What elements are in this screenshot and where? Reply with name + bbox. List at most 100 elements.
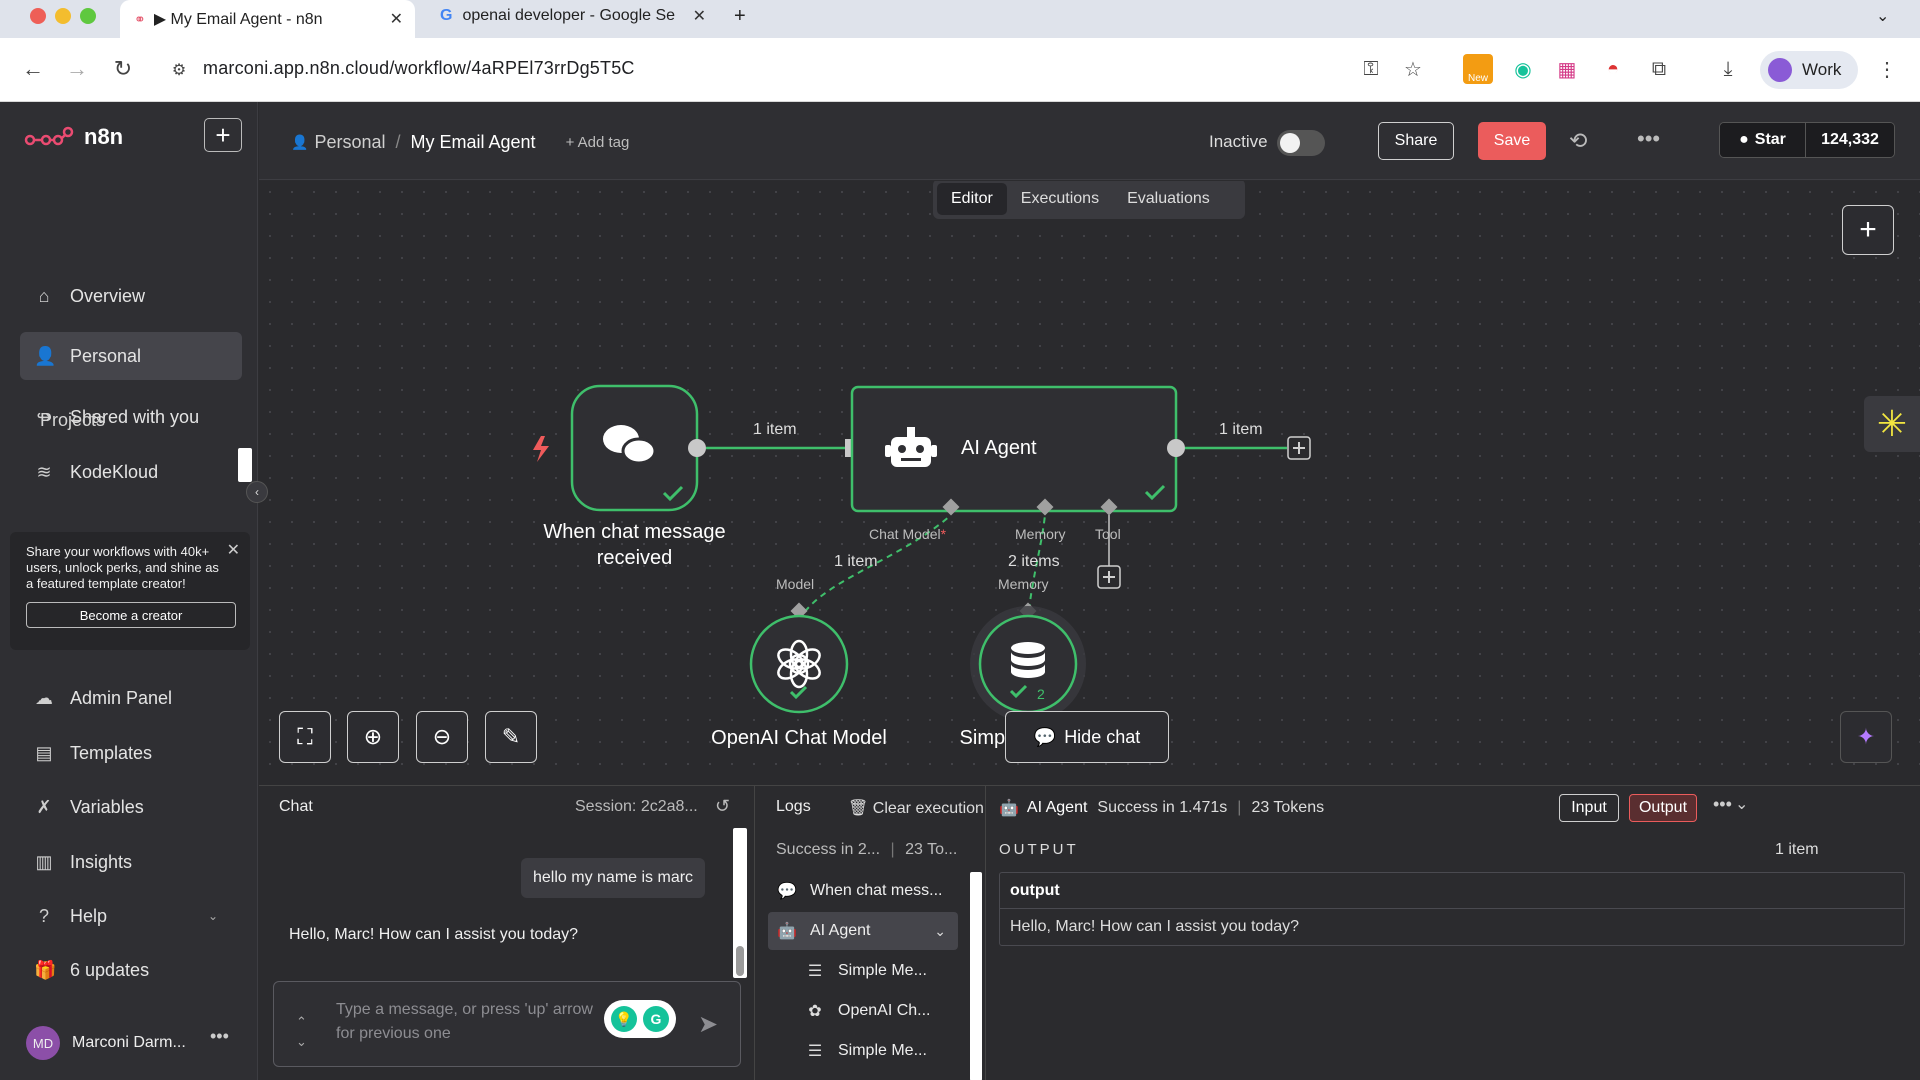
more-options-icon[interactable]: ••• xyxy=(1713,794,1732,815)
grammarly-widget[interactable]: 💡 G xyxy=(604,1000,676,1038)
browser-tab-n8n[interactable]: ⚭ ▶ My Email Agent - n8n ✕ xyxy=(120,0,415,38)
chat-model-port-text: Chat Model xyxy=(869,526,941,542)
trigger-output-port[interactable] xyxy=(688,439,706,457)
extension-new-icon[interactable]: New xyxy=(1463,54,1493,84)
logs-scrollbar[interactable] xyxy=(970,872,982,1080)
sidebar-item-label: Variables xyxy=(70,796,144,817)
logs-tokens: 23 To... xyxy=(905,841,958,858)
chevron-down-icon[interactable]: ⌄ xyxy=(934,923,946,940)
tab-search-chevron-icon[interactable]: ⌄ xyxy=(1876,0,1900,32)
agent-output-port[interactable] xyxy=(1167,439,1185,457)
workflow-name[interactable]: My Email Agent xyxy=(411,132,536,153)
bottom-panel: Chat Session: 2c2a8... ↺ hello my name i… xyxy=(259,785,1920,1080)
sidebar-item-help[interactable]: ? Help ⌄ xyxy=(20,892,242,940)
github-star-widget[interactable]: ● Star 124,332 xyxy=(1719,122,1895,158)
password-key-icon[interactable]: ⚿ xyxy=(1358,56,1384,82)
openai-icon: ✿ xyxy=(808,1003,822,1020)
fit-view-button[interactable]: ⛶ xyxy=(279,711,331,763)
hide-chat-button[interactable]: 💬 Hide chat xyxy=(1005,711,1169,763)
log-item-trigger[interactable]: 💬 When chat mess... xyxy=(768,872,958,910)
sidebar-scrollbar[interactable] xyxy=(238,448,252,482)
create-plus-button[interactable]: + xyxy=(204,118,242,152)
forward-arrow-icon[interactable]: → xyxy=(62,56,92,82)
sidebar-item-label: Insights xyxy=(70,851,133,872)
output-toggle-button[interactable]: Output xyxy=(1629,794,1697,822)
add-tag-button[interactable]: + Add tag xyxy=(566,134,630,151)
tab-executions[interactable]: Executions xyxy=(1007,183,1113,215)
extension-puzzle-pink-icon[interactable]: ▦ xyxy=(1554,56,1580,82)
clear-execution-button[interactable]: 🗑 Clear execution xyxy=(848,798,984,818)
sidebar-item-admin-panel[interactable]: ☁ Admin Panel xyxy=(20,674,242,722)
log-item-memory-1[interactable]: ☰ Simple Me... xyxy=(796,952,958,990)
sidebar-item-label: Personal xyxy=(70,345,142,366)
templates-icon: ▤ xyxy=(35,742,53,763)
sidebar-item-overview[interactable]: ⌂ Overview xyxy=(20,272,242,320)
minimize-window-button[interactable] xyxy=(55,8,71,24)
grammarly-extension-icon[interactable]: ◉ xyxy=(1510,56,1536,82)
chevron-down-icon[interactable]: ⌄ xyxy=(1735,794,1748,814)
output-cell[interactable]: Hello, Marc! How can I assist you today? xyxy=(1000,909,1904,945)
bookmark-star-icon[interactable]: ☆ xyxy=(1400,56,1426,82)
sidebar-item-personal[interactable]: 👤 Personal xyxy=(20,332,242,380)
sidebar-item-templates[interactable]: ▤ Templates xyxy=(20,729,242,777)
history-icon[interactable]: ⟲ xyxy=(1569,128,1587,154)
chat-scrollbar[interactable] xyxy=(733,828,747,978)
extensions-icon[interactable]: ⧉ xyxy=(1646,56,1672,82)
close-tab-icon[interactable]: ✕ xyxy=(693,6,706,26)
n8n-logo[interactable]: n8n xyxy=(24,124,123,150)
browser-menu-icon[interactable]: ⋮ xyxy=(1874,56,1900,82)
sidebar-item-label: Overview xyxy=(70,285,146,306)
sidebar-item-variables[interactable]: ✗ Variables xyxy=(20,783,242,831)
ai-assistant-sparkle-icon[interactable]: ✦ xyxy=(1840,711,1892,763)
output-item-count: 1 item xyxy=(1775,841,1819,858)
log-item-openai[interactable]: ✿ OpenAI Ch... xyxy=(796,992,958,1030)
workflow-canvas[interactable]: Editor Executions Evaluations + ✳ When c… xyxy=(259,181,1920,785)
input-toggle-button[interactable]: Input xyxy=(1559,794,1619,822)
chat-message-input[interactable]: ⌃ ⌄ Type a message, or press 'up' arrow f… xyxy=(273,981,741,1067)
separator: | xyxy=(1237,799,1242,816)
become-creator-button[interactable]: Become a creator xyxy=(26,602,236,628)
maximize-window-button[interactable] xyxy=(80,8,96,24)
close-window-button[interactable] xyxy=(30,8,46,24)
log-item-ai-agent[interactable]: 🤖 AI Agent ⌄ xyxy=(768,912,958,950)
log-item-label: AI Agent xyxy=(810,922,871,939)
log-item-label: Simple Me... xyxy=(838,1042,927,1059)
profile-button[interactable]: Work xyxy=(1760,51,1858,89)
save-button[interactable]: Save xyxy=(1478,122,1546,160)
download-icon[interactable]: ⤓ xyxy=(1715,56,1741,82)
tab-editor[interactable]: Editor xyxy=(937,183,1007,215)
add-node-button[interactable]: + xyxy=(1842,205,1894,255)
share-button[interactable]: Share xyxy=(1378,122,1454,160)
reload-icon[interactable]: ↻ xyxy=(108,56,138,82)
collapse-sidebar-chevron-icon[interactable]: ‹ xyxy=(246,481,268,503)
sidebar-item-insights[interactable]: ▥ Insights xyxy=(20,838,242,886)
tidy-up-button[interactable]: ✎ xyxy=(485,711,537,763)
sidebar-item-label: 6 updates xyxy=(70,959,150,980)
new-tab-button[interactable]: + xyxy=(734,0,754,32)
edge-label-memory: 2 items xyxy=(1008,553,1060,570)
sidebar-item-updates[interactable]: 🎁 6 updates xyxy=(20,946,242,994)
send-icon[interactable]: ➤ xyxy=(698,1010,718,1039)
more-options-icon[interactable]: ••• xyxy=(1637,126,1660,152)
sparkle-widget-icon[interactable]: ✳ xyxy=(1864,396,1920,452)
browser-tab-google[interactable]: G openai developer - Google Se ✕ xyxy=(428,0,718,32)
more-options-icon[interactable]: ••• xyxy=(210,1026,229,1047)
breadcrumb-owner[interactable]: Personal xyxy=(314,132,385,153)
history-arrows-icon[interactable]: ⌃ ⌄ xyxy=(296,1012,307,1052)
activate-toggle[interactable] xyxy=(1277,130,1325,156)
tab-evaluations[interactable]: Evaluations xyxy=(1113,183,1224,215)
log-item-memory-2[interactable]: ☰ Simple Me... xyxy=(796,1032,958,1070)
openai-chat-model-node[interactable] xyxy=(749,614,849,714)
back-arrow-icon[interactable]: ← xyxy=(18,56,48,82)
sidebar-item-project[interactable]: ≋ KodeKloud xyxy=(20,448,242,496)
extension-ball-icon[interactable]: ◓ xyxy=(1600,56,1626,82)
reset-session-icon[interactable]: ↺ xyxy=(715,796,730,817)
user-menu[interactable]: MD Marconi Darm... xyxy=(26,1026,186,1060)
github-star-button[interactable]: ● Star xyxy=(1720,123,1806,157)
close-tab-icon[interactable]: ✕ xyxy=(390,9,403,29)
zoom-out-button[interactable]: ⊖ xyxy=(416,711,468,763)
url-bar[interactable]: marconi.app.n8n.cloud/workflow/4aRPEl73r… xyxy=(203,58,635,79)
close-icon[interactable]: ✕ xyxy=(227,540,240,560)
zoom-in-button[interactable]: ⊕ xyxy=(347,711,399,763)
site-info-icon[interactable]: ⚙ xyxy=(164,60,194,80)
